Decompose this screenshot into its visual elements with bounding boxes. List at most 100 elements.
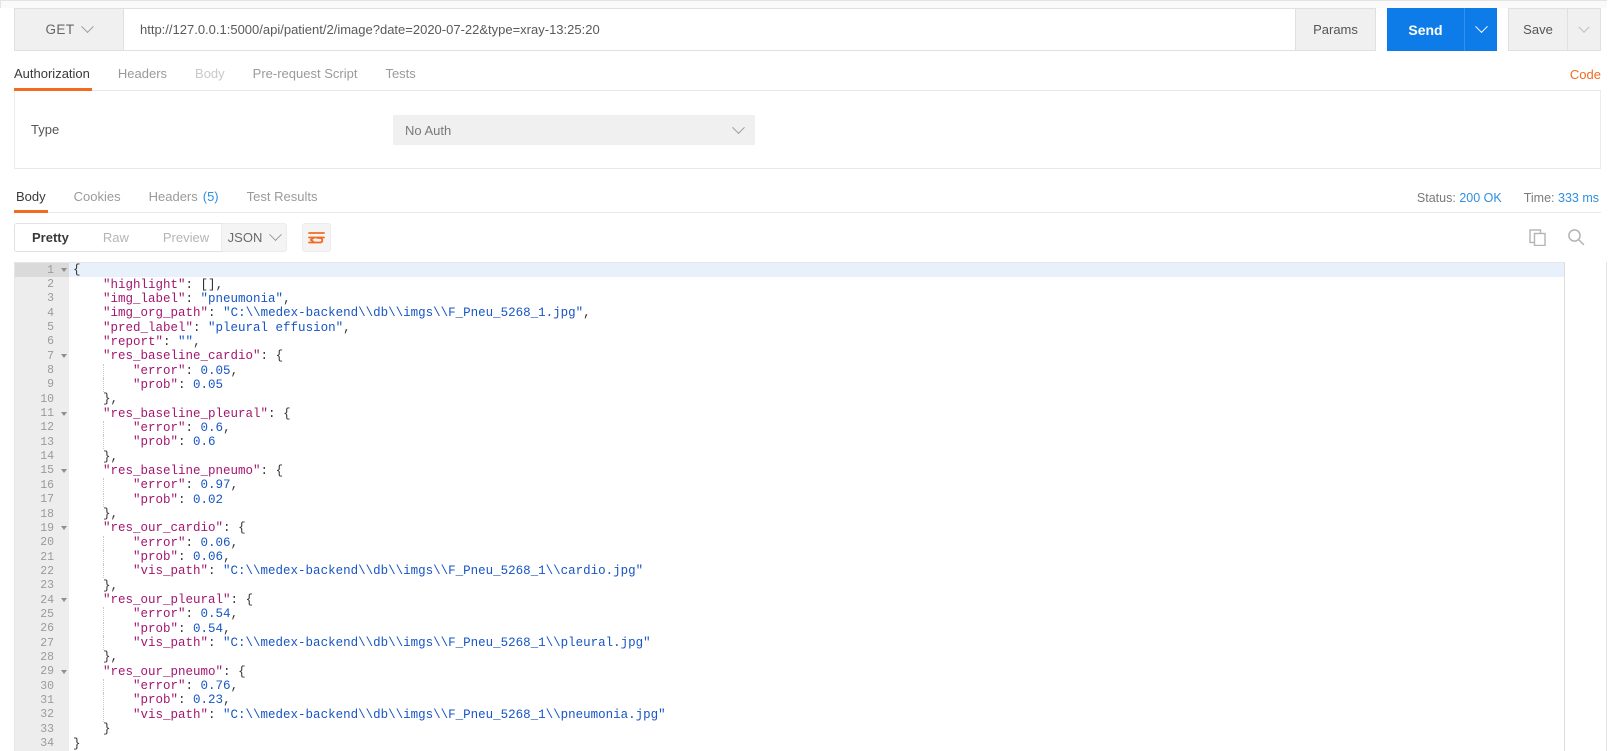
code-fold-spacer [58, 549, 69, 565]
http-method-selector[interactable]: GET [14, 8, 124, 51]
code-token: "C:\\medex-backend\\db\\imgs\\F_Pneu_526… [223, 707, 666, 722]
send-button[interactable]: Send [1387, 8, 1464, 51]
code-token: 0.97 [200, 478, 231, 493]
editor-scrollbar-track[interactable] [1565, 262, 1607, 751]
code-fold-toggle[interactable] [58, 521, 69, 536]
status-label: Status: [1416, 191, 1456, 205]
tab-headers[interactable]: Headers [104, 56, 181, 90]
indent-guide [103, 679, 105, 694]
response-format-select[interactable]: JSON [221, 223, 287, 252]
code-token: , [223, 550, 231, 565]
code-line: 31 "prob": 0.23, [15, 693, 1564, 708]
window-frame-top [0, 0, 1615, 8]
save-button[interactable]: Save [1508, 8, 1568, 51]
code-token: "error" [133, 607, 186, 622]
code-token: : [185, 535, 201, 550]
code-token: 0.06 [200, 535, 231, 550]
indent-guide [103, 492, 105, 507]
code-token: "res_our_cardio" [103, 521, 224, 536]
code-line: 27 "vis_path": "C:\\medex-backend\\db\\i… [15, 635, 1564, 651]
chevron-down-icon [60, 468, 67, 473]
code-line-number: 9 [15, 377, 58, 393]
code-line-number: 25 [15, 607, 58, 622]
code-line: 14 }, [15, 449, 1564, 464]
view-mode-pretty[interactable]: Pretty [15, 224, 86, 251]
params-button[interactable]: Params [1296, 8, 1376, 51]
code-fold-toggle[interactable] [58, 263, 69, 278]
code-token: 0.76 [200, 679, 231, 694]
response-body-code-editor[interactable]: 1{2 "highlight": [], 3 "img_label": "pneu… [14, 262, 1565, 751]
indent-guide [103, 607, 105, 622]
code-token: , [215, 277, 224, 292]
code-token: { [283, 406, 291, 421]
code-line-number: 2 [15, 277, 58, 292]
view-mode-preview[interactable]: Preview [146, 224, 226, 251]
view-mode-raw[interactable]: Raw [86, 224, 146, 251]
code-fold-spacer [58, 607, 69, 622]
code-token: : [185, 291, 201, 306]
code-fold-toggle[interactable] [58, 349, 69, 364]
code-token: "res_baseline_pneumo" [103, 463, 261, 478]
code-token: , [230, 535, 239, 550]
response-tab-cookies[interactable]: Cookies [60, 180, 135, 212]
response-tab-headers[interactable]: Headers (5) [135, 180, 233, 212]
code-fold-spacer [58, 334, 69, 350]
code-line: 9 "prob": 0.05 [15, 377, 1564, 393]
code-token: "prob" [133, 693, 179, 708]
code-line-content: "prob": 0.05 [69, 377, 1564, 392]
code-line-number: 7 [15, 349, 58, 364]
tab-body[interactable]: Body [181, 56, 239, 90]
copy-response-button[interactable] [1526, 226, 1548, 248]
response-tab-body[interactable]: Body [14, 180, 60, 213]
send-options-button[interactable] [1464, 8, 1497, 51]
code-line: 4 "img_org_path": "C:\\medex-backend\\db… [15, 306, 1564, 321]
code-line-number: 12 [15, 420, 58, 436]
code-token: , [230, 607, 239, 622]
code-fold-spacer [58, 621, 69, 636]
response-tab-cookies-label: Cookies [73, 188, 121, 204]
chevron-down-icon [60, 268, 67, 273]
code-token: "error" [133, 420, 186, 435]
code-fold-toggle[interactable] [58, 406, 69, 421]
save-options-button[interactable] [1568, 8, 1601, 51]
code-token: : [178, 693, 194, 708]
code-line: 28 }, [15, 650, 1564, 665]
auth-type-select[interactable]: No Auth [393, 115, 755, 145]
code-line: 30 "error": 0.76, [15, 678, 1564, 694]
code-line-number: 13 [15, 435, 58, 450]
tab-pre-request-script[interactable]: Pre-request Script [239, 56, 372, 90]
code-token: "C:\\medex-backend\\db\\imgs\\F_Pneu_526… [223, 636, 651, 651]
code-fold-toggle[interactable] [58, 463, 69, 479]
code-fold-spacer [58, 377, 69, 393]
wrap-lines-button[interactable] [302, 223, 331, 252]
url-input[interactable]: http://127.0.0.1:5000/api/patient/2/imag… [124, 8, 1296, 51]
code-token: : [260, 463, 276, 478]
code-fold-spacer [58, 635, 69, 651]
tab-tests[interactable]: Tests [371, 56, 429, 90]
code-token: 0.02 [193, 492, 224, 507]
code-token: "error" [133, 679, 186, 694]
code-fold-spacer [58, 291, 69, 307]
code-fold-toggle[interactable] [58, 664, 69, 679]
code-line-number: 16 [15, 478, 58, 493]
code-fold-toggle[interactable] [58, 592, 69, 608]
code-token: "error" [133, 478, 186, 493]
code-token: : [185, 478, 201, 493]
status-badge: Status: 200 OK [1417, 191, 1502, 205]
code-line-content: "error": 0.6, [69, 420, 1564, 435]
code-token: "pred_label" [103, 320, 194, 335]
code-fold-spacer [58, 277, 69, 292]
tab-authorization[interactable]: Authorization [14, 56, 104, 91]
indent-guide [103, 478, 105, 493]
postman-window: GET http://127.0.0.1:5000/api/patient/2/… [0, 0, 1615, 751]
code-line: 20 "error": 0.06, [15, 535, 1564, 550]
code-line-content: "error": 0.06, [69, 535, 1564, 550]
response-tab-test-results[interactable]: Test Results [233, 180, 332, 212]
search-response-button[interactable] [1565, 226, 1587, 248]
code-link[interactable]: Code [1570, 67, 1601, 82]
